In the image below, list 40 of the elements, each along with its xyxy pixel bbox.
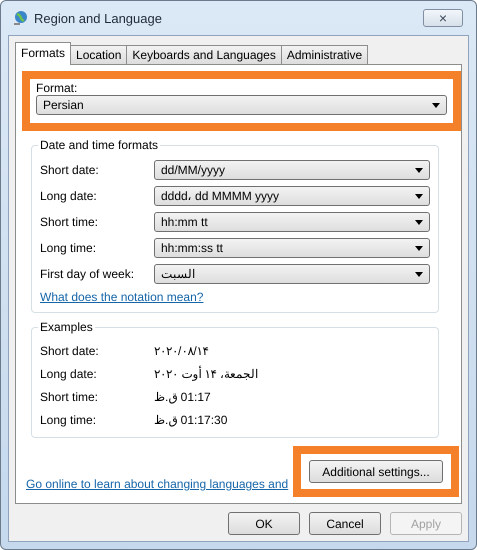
example-value: الجمعة، ۱۴ أوت ۲۰۲۰	[154, 367, 258, 381]
example-value: 01:17 ق.ظ	[154, 390, 211, 404]
dropdown[interactable]: hh:mm tt	[154, 212, 430, 232]
online-help-link[interactable]: Go online to learn about changing languages and	[26, 477, 288, 491]
dropdown[interactable]: dd/MM/yyyy	[154, 160, 430, 180]
group-title: Date and time formats	[38, 138, 160, 152]
caret-icon	[415, 220, 423, 224]
dialog-button[interactable]: OK	[228, 512, 300, 535]
dialog-button[interactable]: Cancel	[309, 512, 381, 535]
caret-icon	[415, 168, 423, 172]
caret-icon	[415, 272, 423, 276]
dropdown[interactable]: hh:mm:ss tt	[154, 238, 430, 258]
caret-icon	[432, 102, 440, 108]
caret-icon	[415, 194, 423, 198]
field-label: Format:	[36, 81, 78, 95]
window-title: Region and Language	[34, 10, 163, 26]
close-button[interactable]: ×	[423, 9, 463, 27]
notation-link[interactable]: What does the notation mean?	[40, 290, 430, 304]
field-label: Long date:	[40, 367, 98, 381]
globe-icon	[12, 10, 28, 26]
group-title: Examples	[38, 320, 95, 334]
tab[interactable]: Administrative	[280, 45, 368, 65]
tab[interactable]: Location	[70, 45, 128, 65]
field-label: First day of week:	[40, 267, 136, 281]
dropdown[interactable]: dddd، dd MMMM yyyy	[154, 186, 430, 206]
field-label: Short date:	[40, 163, 100, 177]
additional-settings-button[interactable]: Additional settings...	[309, 460, 443, 483]
dropdown[interactable]: Persian	[36, 95, 447, 115]
example-value: ۲۰۲۰/۰۸/۱۴	[154, 344, 209, 358]
field-label: Short time:	[40, 390, 100, 404]
field-label: Long date:	[40, 189, 98, 203]
field-label: Short time:	[40, 215, 100, 229]
field-label: Long time:	[40, 241, 98, 255]
example-value: 01:17:30 ق.ظ	[154, 413, 228, 427]
tab[interactable]: Formats	[15, 42, 72, 65]
tab[interactable]: Keyboards and Languages	[126, 45, 282, 65]
field-label: Long time:	[40, 413, 98, 427]
field-label: Short date:	[40, 344, 100, 358]
dropdown[interactable]: السبت	[154, 264, 430, 284]
caret-icon	[415, 246, 423, 250]
